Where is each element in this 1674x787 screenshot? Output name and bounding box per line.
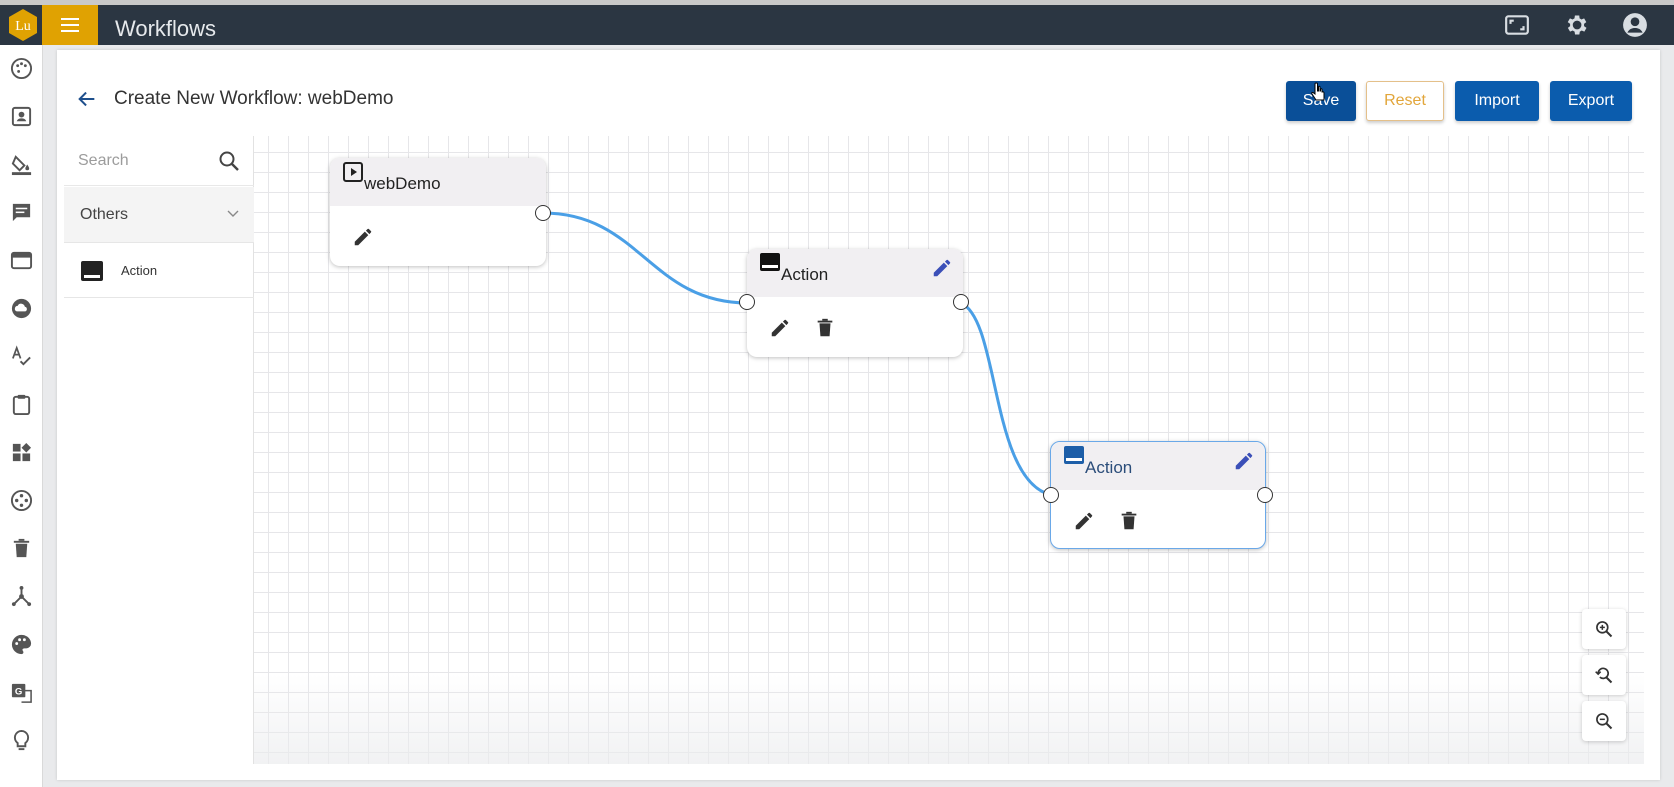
delete-icon[interactable] [814, 317, 836, 339]
workflow-node-start[interactable]: webDemo [330, 158, 551, 266]
export-button[interactable]: Export [1550, 81, 1632, 121]
dashboard-widgets-icon[interactable] [10, 441, 33, 464]
top-app-bar: Lu Workflows [0, 0, 1674, 45]
film-reel-icon[interactable] [10, 489, 33, 512]
palette-item-action[interactable]: Action [64, 244, 254, 298]
zoom-in-icon [1596, 621, 1613, 638]
lightbulb-icon[interactable] [10, 729, 33, 752]
output-port[interactable] [1257, 487, 1273, 503]
edit-icon[interactable] [352, 226, 374, 248]
left-nav-rail: G [0, 45, 43, 787]
zoom-reset-button[interactable] [1582, 655, 1626, 695]
edit-icon[interactable] [769, 317, 791, 339]
zoom-out-icon [1596, 713, 1613, 730]
clipboard-icon[interactable] [10, 393, 33, 416]
import-button[interactable]: Import [1455, 81, 1539, 121]
edit-icon[interactable] [931, 257, 953, 279]
node-palette: Others Action [64, 136, 254, 764]
color-palette-icon[interactable] [10, 633, 33, 656]
zoom-in-button[interactable] [1582, 609, 1626, 649]
paint-bucket-icon[interactable] [10, 153, 33, 176]
node-header: Action [1051, 442, 1265, 490]
palette-search [64, 136, 254, 186]
hamburger-menu-icon [61, 18, 79, 32]
node-header: Action [747, 249, 963, 297]
zoom-out-button[interactable] [1582, 701, 1626, 741]
message-icon[interactable] [10, 201, 33, 224]
trash-icon[interactable] [10, 537, 33, 560]
menu-button[interactable] [42, 5, 98, 45]
input-port[interactable] [739, 294, 755, 310]
edit-icon[interactable] [1073, 510, 1095, 532]
fullscreen-icon[interactable] [1504, 12, 1530, 38]
search-input[interactable] [78, 148, 208, 174]
node-title: Action [781, 265, 829, 284]
app-logo[interactable]: Lu [6, 8, 40, 42]
back-arrow-icon[interactable] [76, 88, 98, 110]
zoom-reset-icon [1595, 667, 1613, 684]
palette-group-label: Others [80, 206, 129, 223]
workflow-node-action-selected[interactable]: Action [1043, 441, 1273, 549]
settings-icon[interactable] [1563, 12, 1589, 38]
hub-icon[interactable] [10, 585, 33, 608]
palette-group-others[interactable]: Others [64, 187, 254, 243]
svg-text:G: G [15, 686, 22, 697]
window-edge [0, 0, 1674, 5]
chevron-down-icon[interactable] [225, 205, 241, 221]
delete-icon[interactable] [1118, 510, 1140, 532]
spellcheck-icon[interactable] [10, 345, 33, 368]
translate-icon[interactable]: G [10, 681, 33, 704]
play-box-icon [343, 162, 363, 182]
action-icon [81, 261, 103, 281]
search-icon[interactable] [217, 149, 241, 173]
node-title: webDemo [364, 174, 441, 193]
action-icon [1064, 446, 1084, 464]
cloud-icon[interactable] [10, 297, 33, 320]
output-port[interactable] [535, 205, 551, 221]
workflow-node-action[interactable]: Action [739, 249, 969, 357]
svg-text:Lu: Lu [15, 19, 31, 34]
node-title: Action [1085, 458, 1133, 477]
app-title: Workflows [115, 16, 217, 41]
node-header: webDemo [330, 158, 546, 206]
contact-card-icon[interactable] [10, 105, 33, 128]
reset-button[interactable]: Reset [1366, 81, 1444, 121]
input-port[interactable] [1043, 487, 1059, 503]
palette-icon[interactable] [10, 57, 33, 80]
palette-item-label: Action [121, 263, 158, 278]
canvas-fade [254, 674, 1644, 764]
action-icon [760, 253, 780, 271]
web-window-icon[interactable] [10, 249, 33, 272]
mouse-cursor-icon [1311, 82, 1325, 101]
page-title: Create New Workflow: webDemo [114, 88, 394, 109]
output-port[interactable] [953, 294, 969, 310]
account-icon[interactable] [1622, 12, 1648, 38]
edit-icon[interactable] [1233, 450, 1255, 472]
